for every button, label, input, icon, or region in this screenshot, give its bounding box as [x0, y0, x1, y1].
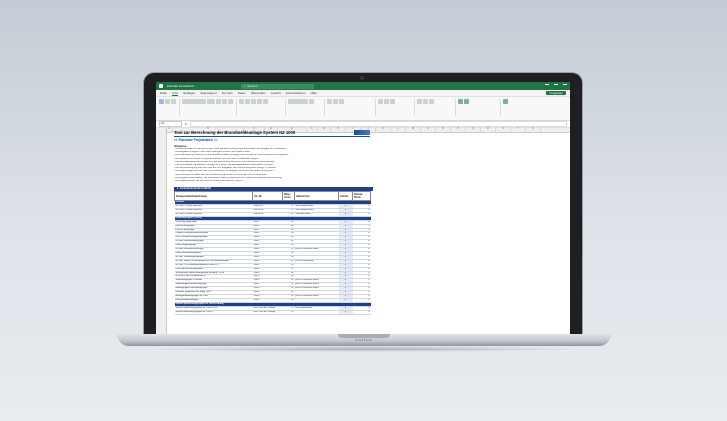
- tab-view[interactable]: Ansicht: [271, 91, 281, 95]
- analyze-data-icon[interactable]: [503, 99, 508, 104]
- addin-icon[interactable]: [464, 99, 469, 104]
- bold-icon[interactable]: [216, 99, 221, 104]
- percent-icon[interactable]: [309, 99, 314, 104]
- table-cell: 0: [352, 310, 371, 315]
- ribbon-group-alignment: [239, 99, 286, 116]
- ribbon-group-analysis: [503, 99, 525, 116]
- tab-page-layout[interactable]: Seitenlayout: [200, 91, 217, 95]
- insert-cells-icon[interactable]: [378, 99, 383, 104]
- cut-icon[interactable]: [165, 99, 170, 104]
- column-heading: Anzahl: [338, 191, 353, 202]
- sort-filter-icon[interactable]: [423, 99, 428, 104]
- formula-input[interactable]: [190, 121, 567, 127]
- font-size-select[interactable]: [207, 99, 215, 104]
- note-line: - Bei Fragen wenden Sie sich bitte an un…: [174, 180, 244, 183]
- document-title: Tool zur Berechnung der Brandmeldeanlage…: [174, 130, 296, 135]
- copy-icon[interactable]: [171, 99, 176, 104]
- tab-home[interactable]: Start: [172, 91, 179, 96]
- tab-review[interactable]: Überprüfen: [251, 91, 266, 95]
- font-select[interactable]: [182, 99, 206, 104]
- camera-icon: [360, 76, 364, 80]
- sheet-content: Tool zur Berechnung der Brandmeldeanlage…: [174, 130, 524, 315]
- close-icon[interactable]: [563, 84, 567, 88]
- laptop-screen: Zentrale Feuerlösch… ⌕ Suchen Datei Star…: [156, 82, 570, 335]
- table-cell: NZB 1000 der Vorlage: [252, 310, 283, 315]
- underline-icon[interactable]: [228, 99, 233, 104]
- tab-data[interactable]: Daten: [238, 91, 246, 95]
- wrap-text-icon[interactable]: [257, 99, 262, 104]
- name-box[interactable]: A1: [159, 121, 182, 127]
- column-heading: Ruhe-strom: [282, 191, 295, 202]
- autosum-icon[interactable]: [417, 99, 422, 104]
- ribbon-group-number: [288, 99, 325, 116]
- table-cell: [294, 310, 339, 315]
- laptop-base: hoftus: [117, 334, 611, 346]
- ribbon-group-editing: [417, 99, 456, 116]
- laptop-brand: hoftus: [355, 337, 373, 342]
- ribbon-group-addins: [458, 99, 501, 116]
- tab-insert[interactable]: Einfügen: [183, 91, 195, 95]
- delete-cells-icon[interactable]: [384, 99, 389, 104]
- addin-icon[interactable]: [458, 99, 463, 104]
- excel-title-bar: Zentrale Feuerlösch… ⌕ Suchen: [156, 82, 570, 90]
- align-left-icon[interactable]: [239, 99, 244, 104]
- function-icon[interactable]: fx: [185, 122, 187, 126]
- quantity-input[interactable]: 0: [338, 310, 353, 315]
- find-select-icon[interactable]: [429, 99, 434, 104]
- company-logo: [354, 130, 370, 135]
- title-divider: [174, 136, 370, 137]
- ribbon-group-clipboard: [159, 99, 180, 116]
- column-heading: Summe Strom: [352, 191, 371, 202]
- format-table-icon[interactable]: [333, 99, 338, 104]
- italic-icon[interactable]: [222, 99, 227, 104]
- search-icon: ⌕: [243, 84, 246, 88]
- ribbon: [156, 97, 570, 121]
- ribbon-group-styles: [327, 99, 376, 116]
- ribbon-tabs: Datei Start Einfügen Seitenlayout Formel…: [156, 90, 570, 97]
- number-format-select[interactable]: [288, 99, 308, 104]
- conditional-format-icon[interactable]: [327, 99, 332, 104]
- table-row: System Bedienungsgruppe NZ 1000 IP NZB 10…: [174, 310, 371, 315]
- cell-styles-icon[interactable]: [339, 99, 344, 104]
- window-title: Zentrale Feuerlösch…: [167, 84, 197, 88]
- maximize-icon[interactable]: [554, 84, 558, 88]
- minimize-icon[interactable]: [545, 84, 549, 88]
- tab-file[interactable]: Datei: [160, 91, 167, 95]
- excel-icon: [159, 84, 163, 88]
- table-cell: System Bedienungsgruppe NZ 1000 IP: [174, 310, 253, 315]
- document-subtitle: << Flachater Projektdaten >>: [174, 138, 218, 142]
- notes-list: - Vorbemerkungen zur Benutzung des Tools…: [174, 148, 524, 183]
- row-headers: [156, 128, 167, 335]
- formula-bar: A1 fx: [156, 121, 570, 128]
- column-heading: Art.-Nr.: [252, 191, 283, 202]
- align-right-icon[interactable]: [251, 99, 256, 104]
- tab-help[interactable]: Hilfe: [311, 91, 317, 95]
- search-box[interactable]: ⌕ Suchen: [240, 83, 314, 89]
- laptop-lid: Zentrale Feuerlösch… ⌕ Suchen Datei Star…: [144, 73, 582, 335]
- tab-formulas[interactable]: Formeln: [222, 91, 233, 95]
- ribbon-group-font: [182, 99, 237, 116]
- laptop-shadow: [140, 346, 588, 352]
- search-placeholder: Suchen: [247, 84, 258, 88]
- table-header-row: Komponentenbezeichnung Art.-Nr. Ruhe-str…: [174, 191, 371, 202]
- format-cells-icon[interactable]: [390, 99, 395, 104]
- paste-icon[interactable]: [159, 99, 164, 104]
- ribbon-group-cells: [378, 99, 415, 116]
- table-cell: 70: [282, 310, 295, 315]
- tab-automate[interactable]: Automatisieren: [286, 91, 306, 95]
- align-center-icon[interactable]: [245, 99, 250, 104]
- merge-icon[interactable]: [263, 99, 268, 104]
- column-heading: Komponentenbezeichnung: [174, 191, 253, 202]
- column-heading: Alarmstrom: [294, 191, 339, 202]
- worksheet[interactable]: Tool zur Berechnung der Brandmeldeanlage…: [156, 128, 570, 335]
- share-button[interactable]: Freigeben: [546, 91, 566, 95]
- product-table: Komponentenbezeichnung Art.-Nr. Ruhe-str…: [174, 191, 371, 315]
